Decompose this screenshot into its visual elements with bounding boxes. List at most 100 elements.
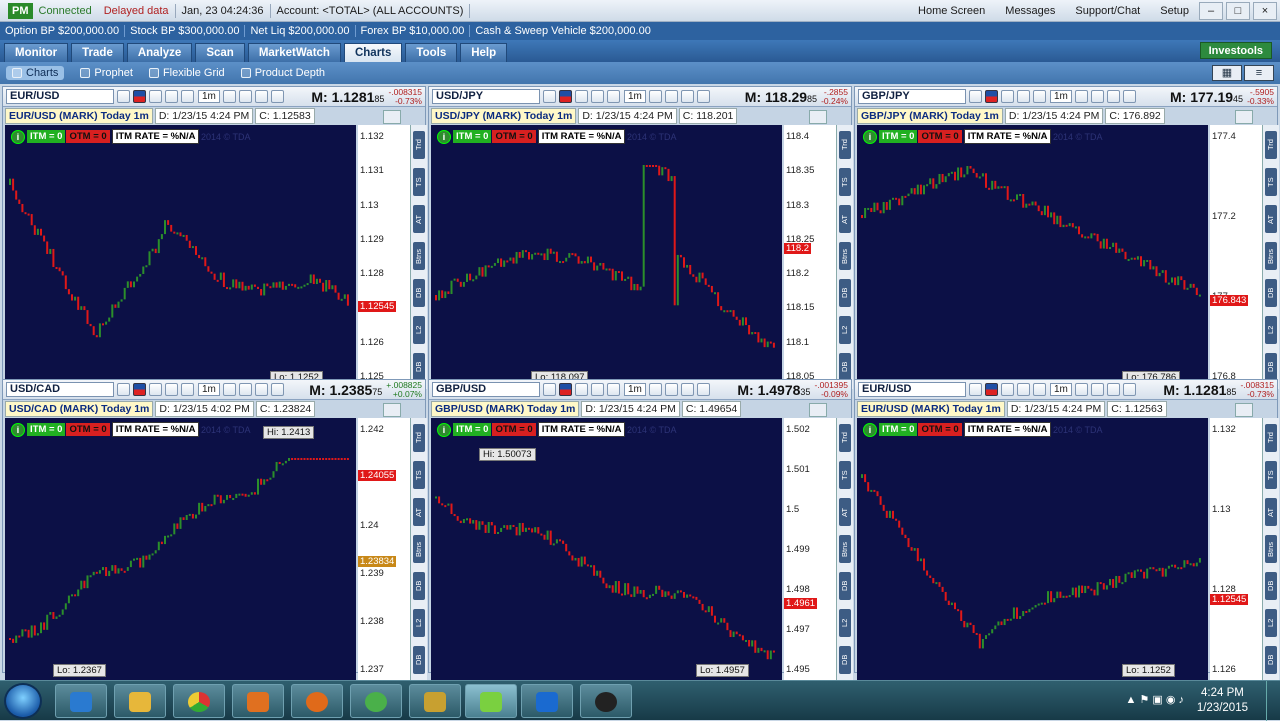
style-icon[interactable] [607, 383, 620, 396]
minimize-button[interactable]: – [1199, 1, 1223, 20]
symbol-input[interactable]: GBP/JPY [858, 89, 966, 104]
side-button[interactable]: L2 [413, 609, 425, 637]
media-icon[interactable] [232, 684, 284, 718]
side-button[interactable]: L2 [839, 609, 851, 637]
subtab-charts[interactable]: Charts [6, 66, 65, 80]
flag-icon[interactable] [985, 90, 998, 103]
start-orb[interactable] [4, 683, 42, 719]
side-button[interactable]: Trd [413, 424, 425, 452]
grid-toggle-icon[interactable] [270, 90, 284, 103]
side-button[interactable]: AT [839, 205, 851, 233]
side-button[interactable]: DB [1265, 572, 1277, 600]
side-button[interactable]: DB [839, 353, 851, 381]
camera-icon[interactable] [580, 684, 632, 718]
side-button[interactable]: DB [413, 353, 425, 381]
chart-plot-area[interactable]: 2014 © TDA i ITM = 0 OTM = 0 ITM RATE = %N/A… [857, 125, 1208, 389]
drawing-icon[interactable] [165, 90, 178, 103]
side-button[interactable]: Trd [413, 131, 425, 159]
close-button[interactable]: × [1253, 1, 1277, 20]
maximize-button[interactable]: □ [1226, 1, 1250, 20]
tab-tools[interactable]: Tools [405, 43, 458, 62]
side-button[interactable]: Trd [839, 131, 851, 159]
line-icon[interactable] [1106, 383, 1120, 396]
tab-charts[interactable]: Charts [343, 43, 403, 62]
flag-icon[interactable] [559, 90, 572, 103]
library-icon[interactable] [409, 684, 461, 718]
side-button[interactable]: DB [1265, 353, 1277, 381]
side-button[interactable]: AT [413, 205, 425, 233]
timeframe-button[interactable]: 1m [198, 90, 220, 103]
tab-trade[interactable]: Trade [71, 43, 124, 62]
zoom-icon[interactable] [222, 90, 236, 103]
studies-icon[interactable] [1001, 383, 1014, 396]
zoom-tool-button[interactable] [383, 403, 401, 417]
zoom-tool-button[interactable] [809, 403, 827, 417]
flag-icon[interactable] [985, 383, 998, 396]
timeframe-button[interactable]: 1m [1050, 383, 1072, 396]
messages-button[interactable]: Messages [995, 0, 1065, 22]
tab-marketwatch[interactable]: MarketWatch [247, 43, 341, 62]
price-axis[interactable]: 1.502 1.501 1.5 1.499 1.498 1.497 1.495 1.4961 [784, 418, 836, 682]
account-selector[interactable]: Account: <TOTAL> (ALL ACCOUNTS) [271, 0, 470, 22]
side-button[interactable]: DB [413, 572, 425, 600]
explorer-icon[interactable] [114, 684, 166, 718]
grid-toggle-icon[interactable] [696, 383, 710, 396]
side-button[interactable]: AT [839, 498, 851, 526]
zoom-icon[interactable] [521, 684, 573, 718]
timeframe-button[interactable]: 1m [624, 90, 646, 103]
studies-icon[interactable] [149, 383, 162, 396]
side-button[interactable]: TS [413, 168, 425, 196]
firefox-icon[interactable] [291, 684, 343, 718]
side-button[interactable]: Btns [1265, 535, 1277, 563]
side-button[interactable]: TS [839, 168, 851, 196]
pencil-icon[interactable] [238, 90, 252, 103]
side-button[interactable]: DB [1265, 646, 1277, 674]
side-button[interactable]: Btns [413, 242, 425, 270]
side-button[interactable]: DB [1265, 279, 1277, 307]
side-button[interactable]: Btns [839, 242, 851, 270]
tab-monitor[interactable]: Monitor [4, 43, 69, 62]
side-button[interactable]: Btns [413, 535, 425, 563]
drawing-icon[interactable] [165, 383, 178, 396]
price-axis[interactable]: 177.4177.2177176.8176.843 [1210, 125, 1262, 389]
style-icon[interactable] [181, 383, 194, 396]
side-button[interactable]: TS [1265, 168, 1277, 196]
side-button[interactable]: TS [1265, 461, 1277, 489]
chart-plot-area[interactable]: 2014 © TDA i ITM = 0 OTM = 0 ITM RATE = %N/A… [431, 125, 782, 389]
investools-button[interactable]: Investools [1199, 42, 1272, 59]
thinkorswim-icon[interactable] [465, 684, 517, 718]
zoom-icon[interactable] [1074, 383, 1088, 396]
side-button[interactable]: L2 [413, 316, 425, 344]
system-tray[interactable]: ▲ ⚑ ▣ ◉ ♪ [1126, 693, 1184, 706]
pencil-icon[interactable] [664, 90, 678, 103]
side-button[interactable]: AT [413, 498, 425, 526]
line-icon[interactable] [680, 90, 694, 103]
timeframe-button[interactable]: 1m [198, 383, 220, 396]
side-button[interactable]: TS [839, 461, 851, 489]
price-axis[interactable]: 1.1321.1311.131.1291.1281.1271.1261.1251… [358, 125, 410, 389]
pencil-icon[interactable] [1090, 383, 1104, 396]
style-icon[interactable] [1033, 383, 1046, 396]
zoom-tool-button[interactable] [809, 110, 827, 124]
side-button[interactable]: DB [839, 572, 851, 600]
price-axis[interactable]: 1.2421.2411.241.2391.2381.2371.240551.23… [358, 418, 410, 682]
chart-plot-area[interactable]: 2014 © TDA i ITM = 0 OTM = 0 ITM RATE = %N/A… [431, 418, 782, 682]
zoom-icon[interactable] [222, 383, 236, 396]
side-button[interactable]: L2 [839, 316, 851, 344]
line-icon[interactable] [254, 383, 268, 396]
drawing-icon[interactable] [1017, 383, 1030, 396]
symbol-input[interactable]: USD/JPY [432, 89, 540, 104]
grid-toggle-icon[interactable] [696, 90, 710, 103]
style-icon[interactable] [1033, 90, 1046, 103]
grid-toggle-icon[interactable] [1122, 383, 1136, 396]
side-button[interactable]: AT [1265, 498, 1277, 526]
layout-menu-button[interactable]: ≡ [1244, 65, 1274, 81]
zoom-icon[interactable] [1074, 90, 1088, 103]
chart-plot-area[interactable]: 2014 © TDA i ITM = 0 OTM = 0 ITM RATE = %N/A… [857, 418, 1208, 682]
layout-grid-button[interactable]: ▦ [1212, 65, 1242, 81]
studies-icon[interactable] [575, 383, 588, 396]
timeframe-button[interactable]: 1m [1050, 90, 1072, 103]
flag-icon[interactable] [133, 383, 146, 396]
drawing-icon[interactable] [591, 90, 604, 103]
dropdown-arrow-icon[interactable] [543, 383, 556, 396]
